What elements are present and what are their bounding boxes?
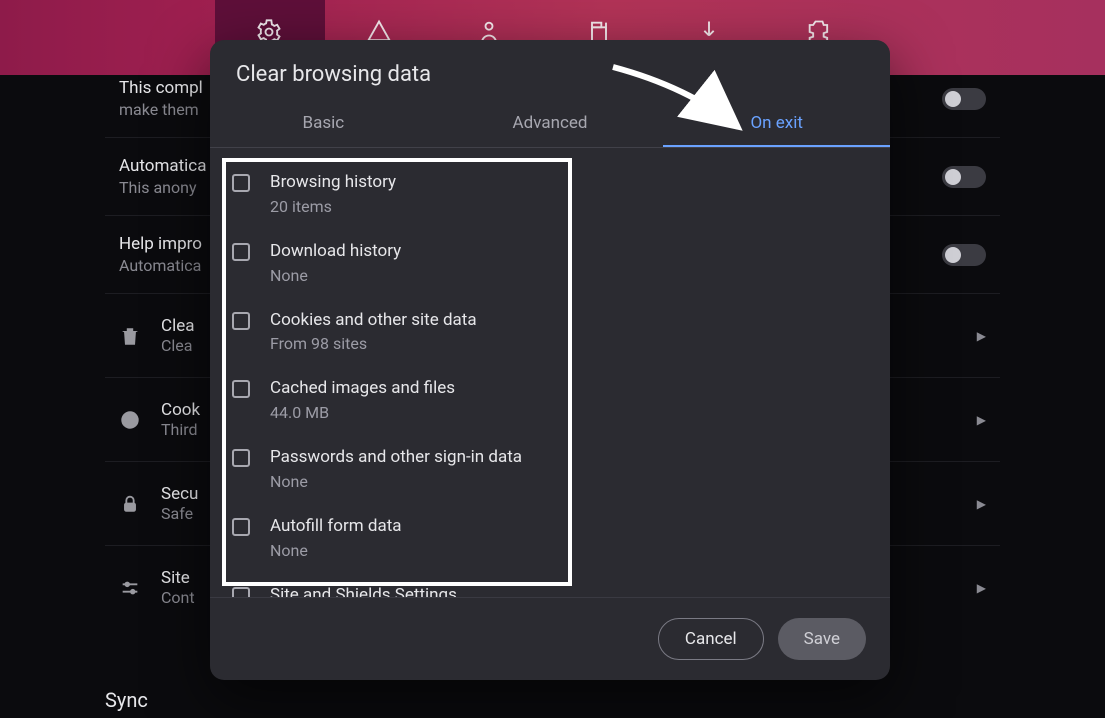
nav-title: Cook [161,400,200,420]
checkbox[interactable] [232,518,250,536]
option-row[interactable]: Site and Shields Settings [232,573,870,597]
option-subtext: None [270,472,522,491]
option-subtext: 20 items [270,197,396,216]
chevron-right-icon: ▶ [977,329,986,343]
option-label: Browsing history [270,171,396,195]
sliders-icon [119,577,141,599]
checkbox[interactable] [232,587,250,597]
option-subtext: None [270,266,401,285]
option-row[interactable]: Cookies and other site dataFrom 98 sites [232,298,870,367]
checkbox[interactable] [232,312,250,330]
option-label: Passwords and other sign-in data [270,446,522,470]
save-button[interactable]: Save [778,618,866,660]
chevron-right-icon: ▶ [977,497,986,511]
tab-advanced[interactable]: Advanced [437,101,664,147]
nav-title: Clea [161,316,194,336]
option-row[interactable]: Passwords and other sign-in data None [232,435,870,504]
nav-subtitle: Cont [161,588,195,607]
nav-subtitle: Safe [161,504,198,523]
dialog-tabs: Basic Advanced On exit [210,101,890,148]
tab-on-exit[interactable]: On exit [663,101,890,147]
cancel-button[interactable]: Cancel [658,618,764,660]
sync-heading: Sync [105,688,148,712]
option-row[interactable]: Browsing history 20 items [232,160,870,229]
toggle-switch[interactable] [942,166,986,188]
toggle-switch[interactable] [942,88,986,110]
setting-title: Help impro [119,234,202,254]
option-subtext: None [270,541,402,560]
setting-title: Automatica [119,156,206,176]
clear-browsing-data-dialog: Clear browsing data Basic Advanced On ex… [210,40,890,680]
option-label: Site and Shields Settings [270,584,457,597]
setting-subtitle: This anony [119,178,206,197]
option-row[interactable]: Download history None [232,229,870,298]
dialog-title: Clear browsing data [210,40,890,95]
chevron-right-icon: ▶ [977,581,986,595]
setting-subtitle: make them [119,100,203,119]
checkbox[interactable] [232,380,250,398]
checkbox[interactable] [232,449,250,467]
nav-subtitle: Third [161,420,200,439]
setting-title: This compl [119,78,203,98]
option-label: Cached images and files [270,377,455,401]
option-row[interactable]: Cached images and files 44.0 MB [232,366,870,435]
options-list[interactable]: Browsing history 20 items Download history… [210,148,880,597]
option-label: Autofill form data [270,515,402,539]
option-label: Cookies and other site data [270,309,477,333]
option-subtext: 44.0 MB [270,403,455,422]
checkbox[interactable] [232,174,250,192]
nav-subtitle: Clea [161,336,194,355]
toggle-switch[interactable] [942,244,986,266]
cookie-icon [119,409,141,431]
option-label: Download history [270,240,401,264]
option-subtext: From 98 sites [270,334,477,353]
nav-title: Secu [161,484,198,504]
nav-title: Site [161,568,195,588]
option-row[interactable]: Autofill form data None [232,504,870,573]
dialog-footer: Cancel Save [210,597,890,680]
tab-basic[interactable]: Basic [210,101,437,147]
setting-subtitle: Automatica [119,256,202,275]
checkbox[interactable] [232,243,250,261]
chevron-right-icon: ▶ [977,413,986,427]
lock-icon [119,493,141,515]
trash-icon [119,325,141,347]
